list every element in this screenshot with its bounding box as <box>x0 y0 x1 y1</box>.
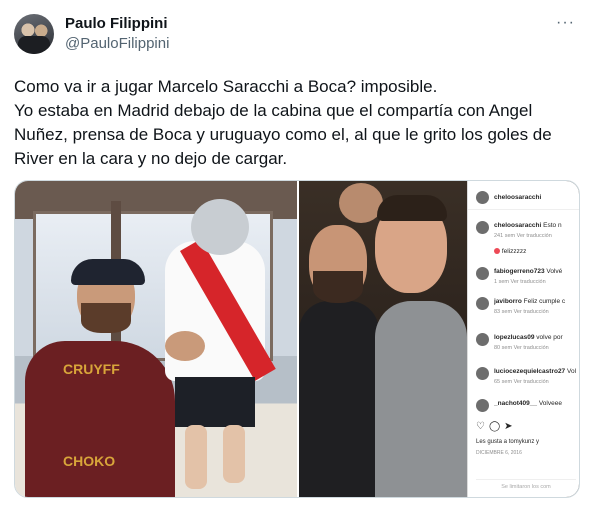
ig-comment-text: cheloosaracchi Esto n <box>494 222 579 229</box>
ig-comment: javiborro Feliz cumple c 83 sem Ver trad… <box>476 297 579 327</box>
instagram-comments-panel: cheloosaracchi cheloosaracchi Esto n 241… <box>467 181 579 497</box>
ig-post-header: cheloosaracchi <box>476 191 579 207</box>
man-hand <box>165 331 205 361</box>
ig-comment-meta: 83 sem Ver traducción <box>494 309 549 315</box>
heart-icon <box>494 248 500 255</box>
ig-comment-user: fabiogerreno723 <box>494 268 545 275</box>
ig-comment-text: javiborro Feliz cumple c <box>494 298 579 305</box>
photo-man-with-baby[interactable]: CRUYFF CHOKO <box>15 181 297 497</box>
ig-comment-body: volve por <box>536 334 563 341</box>
divider <box>468 209 579 210</box>
tweet-text-line: Yo estaba en Madrid debajo de la cabina … <box>14 101 552 168</box>
ig-comment: fabiogerreno723 Volvé 1 sem Ver traducci… <box>476 267 579 297</box>
ig-comment-meta: 80 sem Ver traducción <box>494 345 549 351</box>
man-left-body <box>299 301 379 497</box>
baby-shorts <box>175 377 255 427</box>
ig-avatar <box>476 367 489 380</box>
ig-comment-body: Feliz cumple c <box>523 298 566 305</box>
ig-post-user: cheloosaracchi <box>494 194 542 201</box>
tweet-header: Paulo Filippini @PauloFilippini ··· <box>14 12 579 56</box>
ig-comments-limited: Se limitaron los com <box>476 479 576 490</box>
man-right-hair <box>377 195 447 221</box>
ig-comment-body: Volvé <box>546 268 563 275</box>
more-options-icon[interactable]: ··· <box>556 14 575 32</box>
ig-comment-body: Vol <box>566 368 577 375</box>
ig-avatar <box>476 297 489 310</box>
ig-comment-text: luciocezequielcastro27 Vol <box>494 368 579 375</box>
ig-action-icons: ♡◯➤ <box>476 421 517 432</box>
shirt-text-top: CRUYFF <box>63 361 120 377</box>
man-cap <box>71 259 145 285</box>
ig-comment-meta: 1 sem Ver traducción <box>494 279 546 285</box>
photo-instagram-screenshot[interactable]: cheloosaracchi cheloosaracchi Esto n 241… <box>299 181 579 497</box>
ig-comment: lopezlucas09 volve por 80 sem Ver traduc… <box>476 333 579 363</box>
user-handle[interactable]: @PauloFilippini <box>65 35 169 52</box>
ig-comment-user: luciocezequielcastro27 <box>494 368 566 375</box>
ig-comment-user: lopezlucas09 <box>494 334 535 341</box>
ig-comment-body: Volveee <box>538 400 562 407</box>
photo-two-men <box>299 181 467 497</box>
ig-date: DICIEMBRE 6, 2016 <box>476 450 522 456</box>
ig-comment: luciocezequielcastro27 Vol 65 sem Ver tr… <box>476 367 579 397</box>
avatar[interactable] <box>14 14 54 54</box>
ig-avatar <box>476 191 489 204</box>
ig-comment-meta: 241 sem Ver traducción <box>494 233 552 239</box>
display-name[interactable]: Paulo Filippini <box>65 15 168 32</box>
tweet-media[interactable]: CRUYFF CHOKO cheloosaracchi cheloosaracc… <box>14 180 580 498</box>
ig-avatar <box>476 399 489 412</box>
tweet-text: Como va ir a jugar Marcelo Saracchi a Bo… <box>14 75 576 171</box>
share-icon: ➤ <box>504 421 517 432</box>
ig-comment-text: lopezlucas09 volve por <box>494 334 579 341</box>
man-left-beard <box>313 271 363 303</box>
ig-comment-text: felizzzzz <box>494 248 579 255</box>
ig-likes: Les gusta a tomykunz y <box>476 439 540 445</box>
ig-comment-text: _nachot409__ Volveee <box>494 400 579 407</box>
ig-comment-user: javiborro <box>494 298 522 305</box>
ig-comment-body: Esto n <box>543 222 562 229</box>
man-beard <box>81 303 131 333</box>
ig-comment-meta: 65 sem Ver traducción <box>494 379 549 385</box>
baby-head <box>191 199 249 255</box>
ig-comment-user: cheloosaracchi <box>494 222 542 229</box>
baby-leg <box>223 425 245 483</box>
comment-icon: ◯ <box>488 421 505 432</box>
tweet-text-line: Como va ir a jugar Marcelo Saracchi a Bo… <box>14 77 438 96</box>
ig-comment-user: _nachot409__ <box>494 400 537 407</box>
ig-avatar <box>476 333 489 346</box>
heart-icon: ♡ <box>476 421 489 432</box>
ig-comment-body: felizzzzz <box>501 248 527 255</box>
ig-avatar <box>476 267 489 280</box>
ig-avatar <box>476 221 489 234</box>
man-right-sweater <box>375 301 467 497</box>
baby-leg <box>185 425 207 489</box>
ig-comment-text: fabiogerreno723 Volvé <box>494 268 579 275</box>
shirt-text-bottom: CHOKO <box>63 453 116 469</box>
